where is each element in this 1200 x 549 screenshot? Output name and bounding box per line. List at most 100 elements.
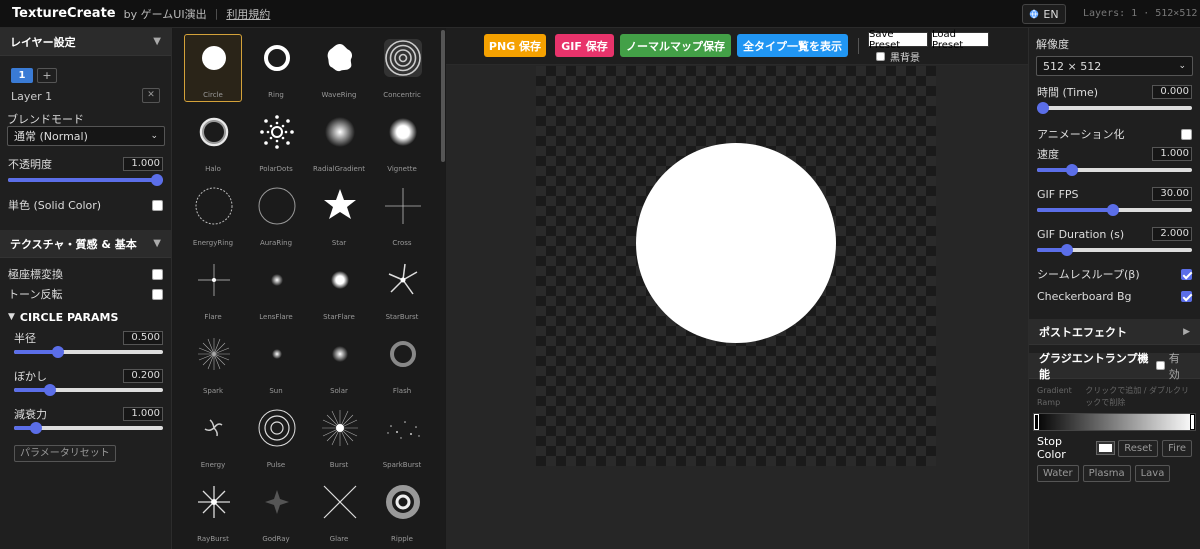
type-cell-wavering[interactable]: WaveRing bbox=[310, 34, 368, 102]
slider-thumb[interactable] bbox=[30, 422, 43, 434]
texture-preview-canvas[interactable] bbox=[536, 66, 936, 466]
plasma-preset-button[interactable]: Plasma bbox=[1082, 465, 1131, 482]
checker-checkbox[interactable] bbox=[1181, 290, 1192, 302]
decay-slider[interactable] bbox=[14, 422, 163, 434]
black-bg-toggle[interactable]: 黒背景 bbox=[876, 49, 920, 64]
fps-input[interactable]: 30.00 bbox=[1152, 187, 1192, 201]
remove-layer-button[interactable]: ✕ bbox=[142, 88, 160, 103]
texture-header[interactable]: テクスチャ・質感 & 基本 ▼ bbox=[0, 230, 171, 258]
type-label: RadialGradient bbox=[312, 165, 366, 173]
type-cell-cross[interactable]: Cross bbox=[373, 182, 431, 250]
type-cell-star[interactable]: Star bbox=[310, 182, 368, 250]
seamless-checkbox[interactable] bbox=[1181, 268, 1192, 280]
slider-thumb[interactable] bbox=[1065, 164, 1078, 176]
type-cell-energy[interactable]: Energy bbox=[184, 404, 242, 472]
animate-checkbox[interactable] bbox=[1181, 128, 1192, 140]
type-cell-burst[interactable]: Burst bbox=[310, 404, 368, 472]
type-cell-sparkburst[interactable]: SparkBurst bbox=[373, 404, 431, 472]
type-cell-lensflare[interactable]: LensFlare bbox=[247, 256, 305, 324]
blur-input[interactable]: 0.200 bbox=[123, 369, 163, 383]
blend-mode-select[interactable]: 通常 (Normal) ⌄ bbox=[7, 126, 165, 146]
all-types-button[interactable]: 全タイプ一覧を表示 bbox=[737, 34, 848, 57]
type-cell-flash[interactable]: Flash bbox=[373, 330, 431, 398]
type-cell-starflare[interactable]: StarFlare bbox=[310, 256, 368, 324]
speed-input[interactable]: 1.000 bbox=[1152, 147, 1192, 161]
language-button[interactable]: EN bbox=[1022, 4, 1066, 24]
layer-name[interactable]: Layer 1 bbox=[11, 90, 52, 103]
black-bg-checkbox[interactable] bbox=[876, 52, 885, 61]
polar-checkbox[interactable] bbox=[152, 268, 163, 280]
speed-label: 速度 bbox=[1037, 148, 1059, 161]
radius-input[interactable]: 0.500 bbox=[123, 331, 163, 345]
ramp-info: Gradient Ramp クリックで追加 / ダブルクリックで削除 bbox=[1029, 379, 1200, 409]
resolution-select[interactable]: 512 × 512 ⌄ bbox=[1036, 56, 1193, 76]
layer-settings-header[interactable]: レイヤー設定 ▼ bbox=[0, 28, 171, 56]
png-save-button[interactable]: PNG 保存 bbox=[484, 34, 546, 57]
ramp-stop-black[interactable] bbox=[1034, 414, 1039, 430]
layer-tab-1[interactable]: 1 bbox=[11, 68, 33, 83]
type-cell-rayburst[interactable]: RayBurst bbox=[184, 478, 242, 546]
gradient-ramp-bar[interactable] bbox=[1033, 413, 1196, 431]
type-cell-vignette[interactable]: Vignette bbox=[373, 108, 431, 176]
reset-params-button[interactable]: パラメータリセット bbox=[14, 445, 116, 462]
type-cell-godray[interactable]: GodRay bbox=[247, 478, 305, 546]
ramp-stop-white[interactable] bbox=[1190, 414, 1195, 430]
gradient-enable[interactable]: 有効 bbox=[1156, 350, 1190, 382]
solid-color-checkbox[interactable] bbox=[152, 199, 163, 211]
gradient-ramp-header: グラジエントランプ機能 有効 bbox=[1029, 350, 1200, 382]
normal-map-save-button[interactable]: ノーマルマップ保存 bbox=[620, 34, 731, 57]
type-cell-starburst[interactable]: StarBurst bbox=[373, 256, 431, 324]
time-slider[interactable] bbox=[1037, 102, 1192, 114]
type-label: Star bbox=[331, 239, 347, 247]
post-effect-header[interactable]: ポストエフェクト ▶ bbox=[1029, 319, 1200, 345]
type-cell-circle[interactable]: Circle bbox=[184, 34, 242, 102]
reset-ramp-button[interactable]: Reset bbox=[1118, 439, 1159, 457]
type-cell-ripple[interactable]: Ripple bbox=[373, 478, 431, 546]
type-cell-polardots[interactable]: PolarDots bbox=[247, 108, 305, 176]
stop-color-label: Stop Color bbox=[1037, 435, 1066, 461]
water-preset-button[interactable]: Water bbox=[1037, 465, 1079, 482]
type-cell-glare[interactable]: Glare bbox=[310, 478, 368, 546]
starflare-thumbnail bbox=[331, 271, 349, 289]
speed-slider[interactable] bbox=[1037, 164, 1192, 176]
gif-save-button[interactable]: GIF 保存 bbox=[555, 34, 614, 57]
type-cell-pulse[interactable]: Pulse bbox=[247, 404, 305, 472]
grid-scrollbar[interactable] bbox=[441, 30, 445, 162]
slider-thumb[interactable] bbox=[52, 346, 65, 358]
fire-preset-button[interactable]: Fire bbox=[1162, 439, 1192, 457]
radius-slider[interactable] bbox=[14, 346, 163, 358]
time-input[interactable]: 0.000 bbox=[1152, 85, 1192, 99]
lava-preset-button[interactable]: Lava bbox=[1134, 465, 1171, 482]
type-cell-auraring[interactable]: AuraRing bbox=[247, 182, 305, 250]
terms-link[interactable]: 利用規約 bbox=[226, 6, 270, 22]
fps-slider[interactable] bbox=[1037, 204, 1192, 216]
save-preset-button[interactable]: Save Preset bbox=[868, 29, 928, 51]
params-header[interactable]: ▼ CIRCLE PARAMS bbox=[0, 304, 171, 330]
type-cell-halo[interactable]: Halo bbox=[184, 108, 242, 176]
type-cell-solar[interactable]: Solar bbox=[310, 330, 368, 398]
slider-thumb[interactable] bbox=[44, 384, 57, 396]
tone-checkbox[interactable] bbox=[152, 288, 163, 300]
type-cell-flare[interactable]: Flare bbox=[184, 256, 242, 324]
halo-thumbnail bbox=[199, 117, 229, 147]
slider-thumb[interactable] bbox=[151, 174, 163, 186]
duration-input[interactable]: 2.000 bbox=[1152, 227, 1192, 241]
type-cell-sun[interactable]: Sun bbox=[247, 330, 305, 398]
decay-input[interactable]: 1.000 bbox=[123, 407, 163, 421]
type-cell-spark[interactable]: Spark bbox=[184, 330, 242, 398]
stop-color-swatch[interactable] bbox=[1095, 441, 1116, 455]
gradient-enable-checkbox[interactable] bbox=[1156, 361, 1165, 370]
load-preset-button[interactable]: Load Preset bbox=[931, 29, 989, 51]
type-cell-ring[interactable]: Ring bbox=[247, 34, 305, 102]
type-cell-radialgradient[interactable]: RadialGradient bbox=[310, 108, 368, 176]
add-layer-button[interactable]: + bbox=[37, 68, 57, 83]
type-cell-concentric[interactable]: Concentric bbox=[373, 34, 431, 102]
slider-thumb[interactable] bbox=[1107, 204, 1120, 216]
opacity-slider[interactable] bbox=[8, 174, 163, 186]
slider-thumb[interactable] bbox=[1037, 102, 1049, 114]
slider-thumb[interactable] bbox=[1061, 244, 1074, 256]
blur-slider[interactable] bbox=[14, 384, 163, 396]
type-cell-energyring[interactable]: EnergyRing bbox=[184, 182, 242, 250]
duration-slider[interactable] bbox=[1037, 244, 1192, 256]
opacity-input[interactable]: 1.000 bbox=[123, 157, 163, 171]
